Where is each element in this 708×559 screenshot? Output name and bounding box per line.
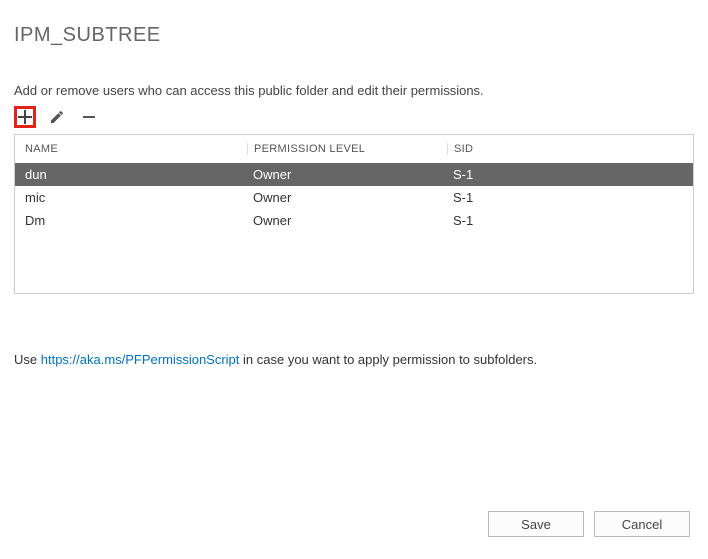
cell-permission: Owner xyxy=(247,190,447,205)
cell-name: Dm xyxy=(15,213,247,228)
footer-prefix: Use xyxy=(14,352,41,367)
cancel-button[interactable]: Cancel xyxy=(594,511,690,537)
column-header-permission[interactable]: PERMISSION LEVEL xyxy=(247,143,447,155)
cell-permission: Owner xyxy=(247,213,447,228)
permissions-table: NAME PERMISSION LEVEL SID dun Owner S-1 … xyxy=(14,134,694,294)
plus-icon xyxy=(16,108,34,126)
cell-name: mic xyxy=(15,190,247,205)
table-row[interactable]: Dm Owner S-1 xyxy=(15,209,693,232)
description-text: Add or remove users who can access this … xyxy=(14,83,694,98)
table-header: NAME PERMISSION LEVEL SID xyxy=(15,135,693,163)
cell-sid: S-1 xyxy=(447,213,693,228)
pencil-icon xyxy=(49,109,65,125)
table-row[interactable]: dun Owner S-1 xyxy=(15,163,693,186)
page-title: IPM_SUBTREE xyxy=(14,24,694,47)
minus-icon xyxy=(81,109,97,125)
button-bar: Save Cancel xyxy=(488,511,690,537)
footer-note: Use https://aka.ms/PFPermissionScript in… xyxy=(14,352,694,367)
cell-sid: S-1 xyxy=(447,167,693,182)
column-header-name[interactable]: NAME xyxy=(15,143,247,155)
table-body: dun Owner S-1 mic Owner S-1 Dm Owner S-1 xyxy=(15,163,693,232)
add-button[interactable] xyxy=(14,106,36,128)
remove-button[interactable] xyxy=(78,106,100,128)
cell-permission: Owner xyxy=(247,167,447,182)
subfolder-script-link[interactable]: https://aka.ms/PFPermissionScript xyxy=(41,352,240,367)
table-row[interactable]: mic Owner S-1 xyxy=(15,186,693,209)
footer-suffix: in case you want to apply permission to … xyxy=(239,352,537,367)
toolbar xyxy=(14,106,694,128)
column-header-sid[interactable]: SID xyxy=(447,143,693,155)
edit-button[interactable] xyxy=(46,106,68,128)
save-button[interactable]: Save xyxy=(488,511,584,537)
cell-name: dun xyxy=(15,167,247,182)
cell-sid: S-1 xyxy=(447,190,693,205)
